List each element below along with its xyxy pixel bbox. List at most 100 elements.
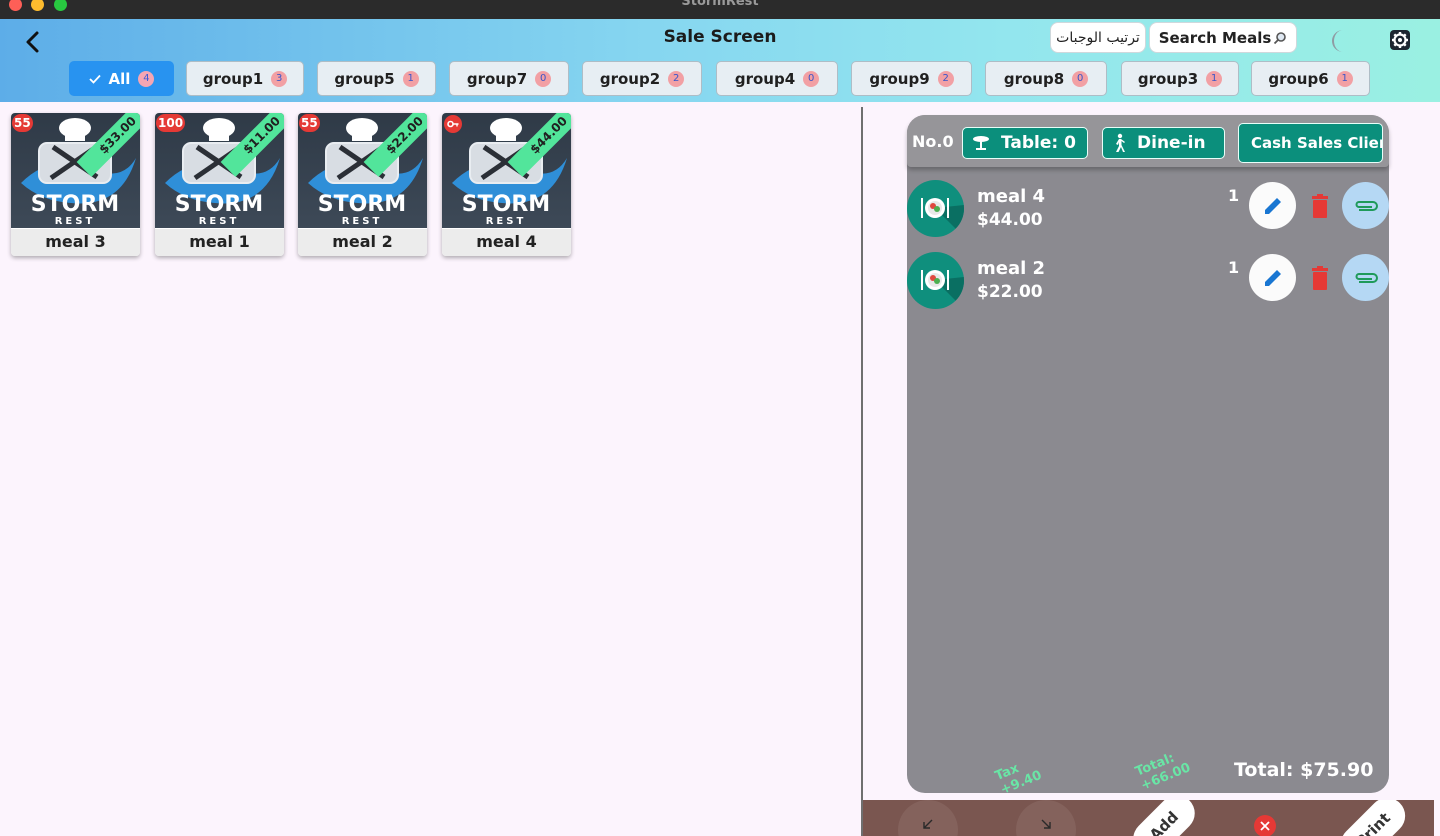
group-chip-label: group6 [1268, 69, 1329, 88]
subtotal-summary: Total: +66.00 [1133, 746, 1192, 794]
group-chip-label: group9 [869, 69, 930, 88]
table-select-button[interactable]: Table: 0 [962, 127, 1088, 159]
group-chip-group2[interactable]: group2 2 [582, 61, 702, 96]
group-count-badge: 0 [1072, 70, 1089, 87]
trash-icon[interactable] [1310, 266, 1330, 290]
group-chip-group8[interactable]: group8 0 [985, 61, 1107, 96]
search-meals-label: Search Meals [1158, 28, 1272, 47]
dark-mode-moon-icon[interactable] [1326, 28, 1352, 54]
edit-item-button[interactable] [1249, 254, 1296, 301]
logo-subtitle: REST [486, 216, 527, 227]
tax-summary: Tax +9.40 [993, 754, 1044, 798]
edit-item-button[interactable] [1249, 182, 1296, 229]
search-icon [1274, 31, 1287, 44]
sort-meals-button[interactable]: ترتيب الوجبات [1050, 22, 1146, 53]
arrow-down-right-icon [1041, 819, 1051, 829]
logo-wordmark: STORM [318, 192, 406, 217]
order-number: No.0 [912, 132, 954, 151]
order-item-name: meal 4 [977, 186, 1046, 207]
logo-subtitle: REST [199, 216, 240, 227]
group-chip-label: group7 [466, 69, 528, 88]
shrink-button[interactable] [898, 800, 958, 836]
attach-button[interactable] [1342, 182, 1389, 229]
trash-icon[interactable] [1310, 194, 1330, 218]
order-item-qty: 1 [1228, 258, 1240, 277]
search-meals-button[interactable]: Search Meals [1149, 22, 1297, 53]
table-icon [973, 136, 989, 150]
settings-gear-icon[interactable] [1389, 29, 1411, 51]
group-count-badge: 3 [271, 70, 288, 87]
group-chip-label: group8 [1003, 69, 1065, 88]
meal-name: meal 2 [298, 229, 427, 256]
group-chip-group4[interactable]: group4 0 [716, 61, 838, 96]
meal-card[interactable]: STORM REST 55 $33.00 meal 3 [11, 113, 140, 256]
meal-name: meal 4 [442, 229, 571, 256]
meal-plate-icon [907, 180, 964, 237]
table-label: Table: 0 [1001, 133, 1076, 153]
group-chip-all[interactable]: All 4 [69, 61, 174, 96]
order-item-row: meal 2 $22.00 1 [907, 252, 1389, 312]
order-item-name: meal 2 [977, 258, 1046, 279]
group-chip-group7[interactable]: group7 0 [449, 61, 569, 96]
group-chip-label: All [108, 69, 131, 88]
stock-badge: 100 [156, 114, 186, 132]
group-count-badge: 1 [1206, 70, 1223, 87]
meal-card[interactable]: STORM REST 100 $11.00 meal 1 [155, 113, 284, 256]
paperclip-icon [1355, 200, 1378, 211]
grand-total: Total: $75.90 [1234, 759, 1374, 781]
window-title: StormRest [681, 0, 759, 9]
group-chip-group6[interactable]: group6 1 [1251, 61, 1370, 96]
group-chip-group3[interactable]: group3 1 [1121, 61, 1239, 96]
arrow-down-left-icon [923, 819, 933, 829]
meal-name: meal 1 [155, 229, 284, 256]
bottom-action-bar: Add Print [863, 800, 1434, 836]
pencil-icon [1264, 269, 1281, 286]
panel-divider [861, 107, 863, 836]
group-chip-group1[interactable]: group1 3 [186, 61, 304, 96]
expand-button[interactable] [1016, 800, 1076, 836]
group-chip-label: group4 [734, 69, 796, 88]
logo-wordmark: STORM [31, 192, 119, 217]
order-panel: No.0 Table: 0 Dine-in Cash Sales Client [907, 115, 1389, 798]
client-label: Cash Sales Client [1251, 134, 1383, 152]
client-select-button[interactable]: Cash Sales Client [1238, 123, 1383, 163]
stock-badge: 55 [12, 114, 33, 132]
order-header: No.0 Table: 0 Dine-in Cash Sales Client [907, 115, 1389, 167]
logo-wordmark: STORM [462, 192, 550, 217]
dine-in-label: Dine-in [1137, 133, 1206, 153]
group-count-badge: 0 [803, 70, 820, 87]
order-item-price: $22.00 [977, 282, 1043, 302]
group-count-badge: 2 [668, 70, 685, 87]
group-count-badge: 4 [138, 70, 155, 87]
key-icon [444, 115, 462, 133]
logo-subtitle: REST [55, 216, 96, 227]
stock-badge: 55 [299, 114, 320, 132]
group-chip-label: group5 [334, 69, 395, 88]
attach-button[interactable] [1342, 254, 1389, 301]
meal-card[interactable]: STORM REST $44.00 meal 4 [442, 113, 571, 256]
group-count-badge: 1 [1336, 70, 1353, 87]
group-count-badge: 0 [535, 70, 552, 87]
group-count-badge: 2 [937, 70, 954, 87]
check-icon [88, 74, 101, 84]
order-item-row: meal 4 $44.00 1 [907, 180, 1389, 240]
dine-in-button[interactable]: Dine-in [1102, 127, 1225, 159]
window-titlebar: StormRest [0, 0, 1440, 19]
walking-person-icon [1116, 133, 1125, 152]
print-button[interactable]: Print [1333, 800, 1413, 836]
paperclip-icon [1355, 272, 1378, 283]
order-item-price: $44.00 [977, 210, 1043, 230]
meal-card[interactable]: STORM REST 55 $22.00 meal 2 [298, 113, 427, 256]
group-chip-label: group3 [1137, 69, 1199, 88]
group-count-badge: 1 [402, 70, 419, 87]
app-header: Sale Screen ترتيب الوجبات Search Meals A… [0, 19, 1440, 102]
logo-wordmark: STORM [175, 192, 263, 217]
group-chip-label: group2 [599, 69, 661, 88]
meal-name: meal 3 [11, 229, 140, 256]
group-chip-group9[interactable]: group9 2 [851, 61, 972, 96]
group-chip-group5[interactable]: group5 1 [317, 61, 436, 96]
add-button[interactable]: Add [1125, 800, 1203, 836]
group-chip-label: group1 [202, 69, 264, 88]
close-icon[interactable] [1254, 815, 1276, 836]
pencil-icon [1264, 197, 1281, 214]
